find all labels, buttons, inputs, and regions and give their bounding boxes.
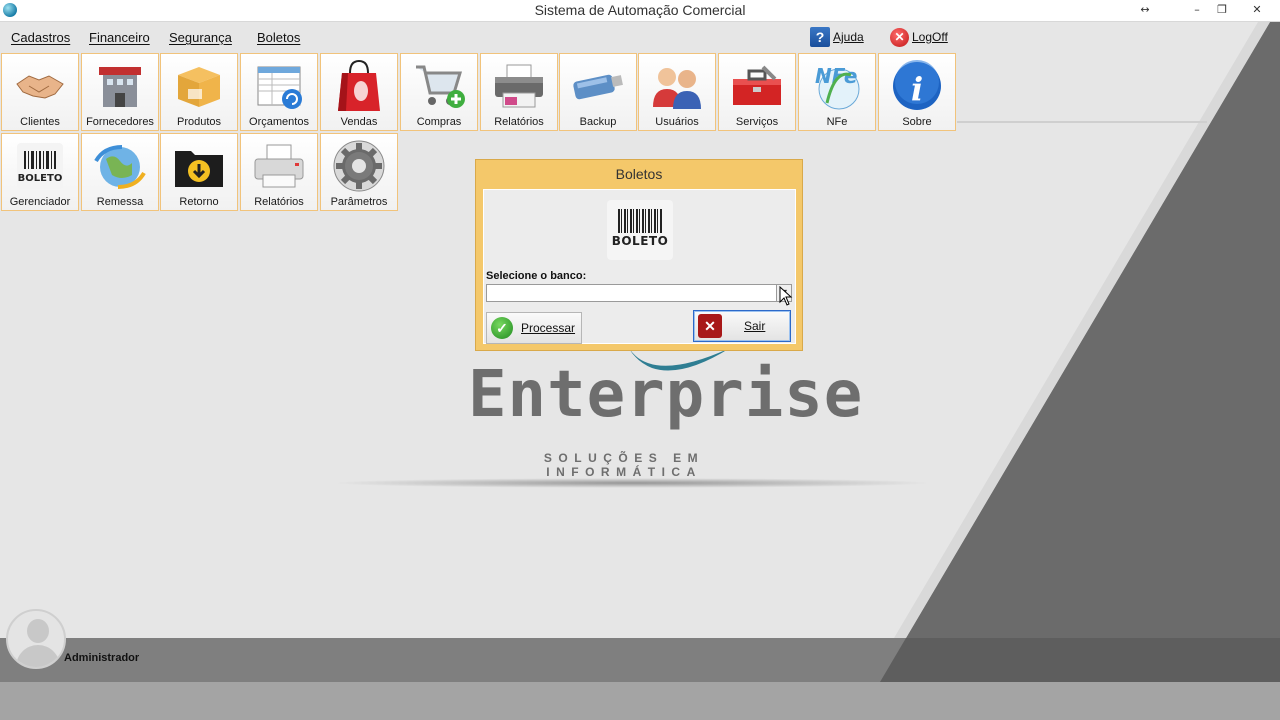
- tile-label: Usuários: [655, 116, 699, 128]
- toolbar-separator: [957, 121, 1207, 123]
- resize-icon[interactable]: ↔: [1133, 0, 1157, 20]
- tile-label: Orçamentos: [249, 116, 309, 128]
- title-bar: Sistema de Automação Comercial ↔ – ❐ ✕: [0, 0, 1280, 22]
- boleto-badge-text: BOLETO: [18, 173, 63, 184]
- window-title: Sistema de Automação Comercial: [534, 2, 746, 18]
- bank-select[interactable]: ▼: [486, 284, 792, 302]
- tile-label: Fornecedores: [86, 116, 154, 128]
- tile-usuarios[interactable]: Usuários: [638, 53, 716, 131]
- band-slash: [880, 638, 1280, 682]
- dialog-title: Boletos: [615, 166, 663, 182]
- tile-label: Produtos: [176, 116, 222, 128]
- avatar-head: [27, 619, 49, 643]
- user-name: Administrador: [64, 652, 140, 664]
- tile-label: Retorno: [179, 196, 219, 208]
- tile-label: NFe: [826, 116, 848, 128]
- tile-label: Relatórios: [494, 116, 544, 128]
- tile-label: Vendas: [340, 116, 378, 128]
- tile-label: Gerenciador: [9, 196, 71, 208]
- help-link[interactable]: ? Ajuda: [810, 26, 864, 48]
- tile-sobre[interactable]: i Sobre: [878, 53, 956, 131]
- download-folder-icon: [171, 138, 227, 194]
- processar-label: Processar: [521, 321, 576, 335]
- printer-icon: [491, 58, 547, 114]
- printer-icon: [251, 138, 307, 194]
- users-icon: [649, 58, 705, 114]
- menu-seguranca[interactable]: Segurança: [169, 30, 232, 45]
- logo-shadow: [330, 478, 934, 488]
- menu-financeiro[interactable]: Financeiro: [89, 30, 150, 45]
- tile-relatorios-boletos[interactable]: Relatórios: [240, 133, 318, 211]
- bottom-bar: [0, 682, 1280, 720]
- toolbox-icon: [729, 58, 785, 114]
- info-icon: i: [889, 58, 945, 114]
- mouse-cursor-icon: [779, 286, 793, 306]
- logo-tagline: SOLUÇÕES EM INFORMÁTICA: [543, 451, 705, 479]
- help-book-icon: ?: [810, 27, 830, 47]
- avatar[interactable]: [6, 609, 66, 669]
- menu-bar: Cadastros Financeiro Segurança Boletos: [0, 24, 1280, 50]
- tile-label: Parâmetros: [330, 196, 388, 208]
- logoff-label: LogOff: [912, 30, 948, 44]
- sair-label: Sair: [744, 319, 766, 333]
- minimize-button[interactable]: –: [1185, 0, 1209, 20]
- globe-sync-icon: [92, 138, 148, 194]
- avatar-body: [16, 645, 60, 667]
- tile-produtos[interactable]: Produtos: [160, 53, 238, 131]
- check-icon: ✓: [491, 317, 513, 339]
- tile-label: Compras: [416, 116, 462, 128]
- spreadsheet-icon: [251, 58, 307, 114]
- svg-text:i: i: [911, 70, 923, 108]
- tile-fornecedores[interactable]: Fornecedores: [81, 53, 159, 131]
- boletos-dialog: Boletos BOLETO Selecione o banco: ▼ ✓ Pr…: [475, 159, 803, 351]
- tile-clientes[interactable]: Clientes: [1, 53, 79, 131]
- shopping-bag-icon: [331, 58, 387, 114]
- nfe-icon: NFe: [809, 58, 865, 114]
- menu-cadastros[interactable]: Cadastros: [11, 30, 70, 45]
- processar-button[interactable]: ✓ Processar: [486, 312, 582, 344]
- barcode-icon: BOLETO: [12, 138, 68, 194]
- tile-label: Backup: [579, 116, 617, 128]
- box-icon: [171, 58, 227, 114]
- bank-select-label: Selecione o banco:: [486, 270, 587, 282]
- usb-drive-icon: [570, 58, 626, 114]
- tile-nfe[interactable]: NFe NFe: [798, 53, 876, 131]
- tile-vendas[interactable]: Vendas: [320, 53, 398, 131]
- tile-retorno[interactable]: Retorno: [160, 133, 238, 211]
- tile-parametros[interactable]: Parâmetros: [320, 133, 398, 211]
- tile-label: Serviços: [735, 116, 779, 128]
- logoff-icon: ✕: [890, 27, 909, 47]
- gear-icon: [331, 138, 387, 194]
- tile-remessa[interactable]: Remessa: [81, 133, 159, 211]
- barcode-bars: [618, 209, 662, 233]
- dialog-body: BOLETO Selecione o banco: ▼ ✓ Processar …: [483, 189, 796, 344]
- tile-compras[interactable]: Compras: [400, 53, 478, 131]
- tile-label: Relatórios: [254, 196, 304, 208]
- tile-label: Remessa: [96, 196, 144, 208]
- nfe-badge-text: NFe: [815, 64, 857, 88]
- tile-label: Clientes: [20, 116, 60, 128]
- logoff-link[interactable]: ✕ LogOff: [890, 26, 948, 48]
- tile-relatorios[interactable]: Relatórios: [480, 53, 558, 131]
- tile-servicos[interactable]: Serviços: [718, 53, 796, 131]
- close-button[interactable]: ✕: [1234, 0, 1280, 20]
- handshake-icon: [12, 58, 68, 114]
- boleto-image-text: BOLETO: [611, 234, 669, 248]
- close-icon: ✕: [698, 314, 722, 338]
- tile-orcamentos[interactable]: Orçamentos: [240, 53, 318, 131]
- boleto-icon: BOLETO: [607, 200, 673, 260]
- restore-button[interactable]: ❐: [1210, 0, 1234, 20]
- logo-name: Enterprise: [468, 358, 864, 432]
- tile-backup[interactable]: Backup: [559, 53, 637, 131]
- help-label: Ajuda: [833, 30, 864, 44]
- building-icon: [92, 58, 148, 114]
- menu-boletos[interactable]: Boletos: [257, 30, 300, 45]
- cart-icon: [411, 58, 467, 114]
- tile-label: Sobre: [902, 116, 932, 128]
- tile-gerenciador[interactable]: BOLETO Gerenciador: [1, 133, 79, 211]
- sair-button[interactable]: ✕ Sair: [693, 310, 791, 342]
